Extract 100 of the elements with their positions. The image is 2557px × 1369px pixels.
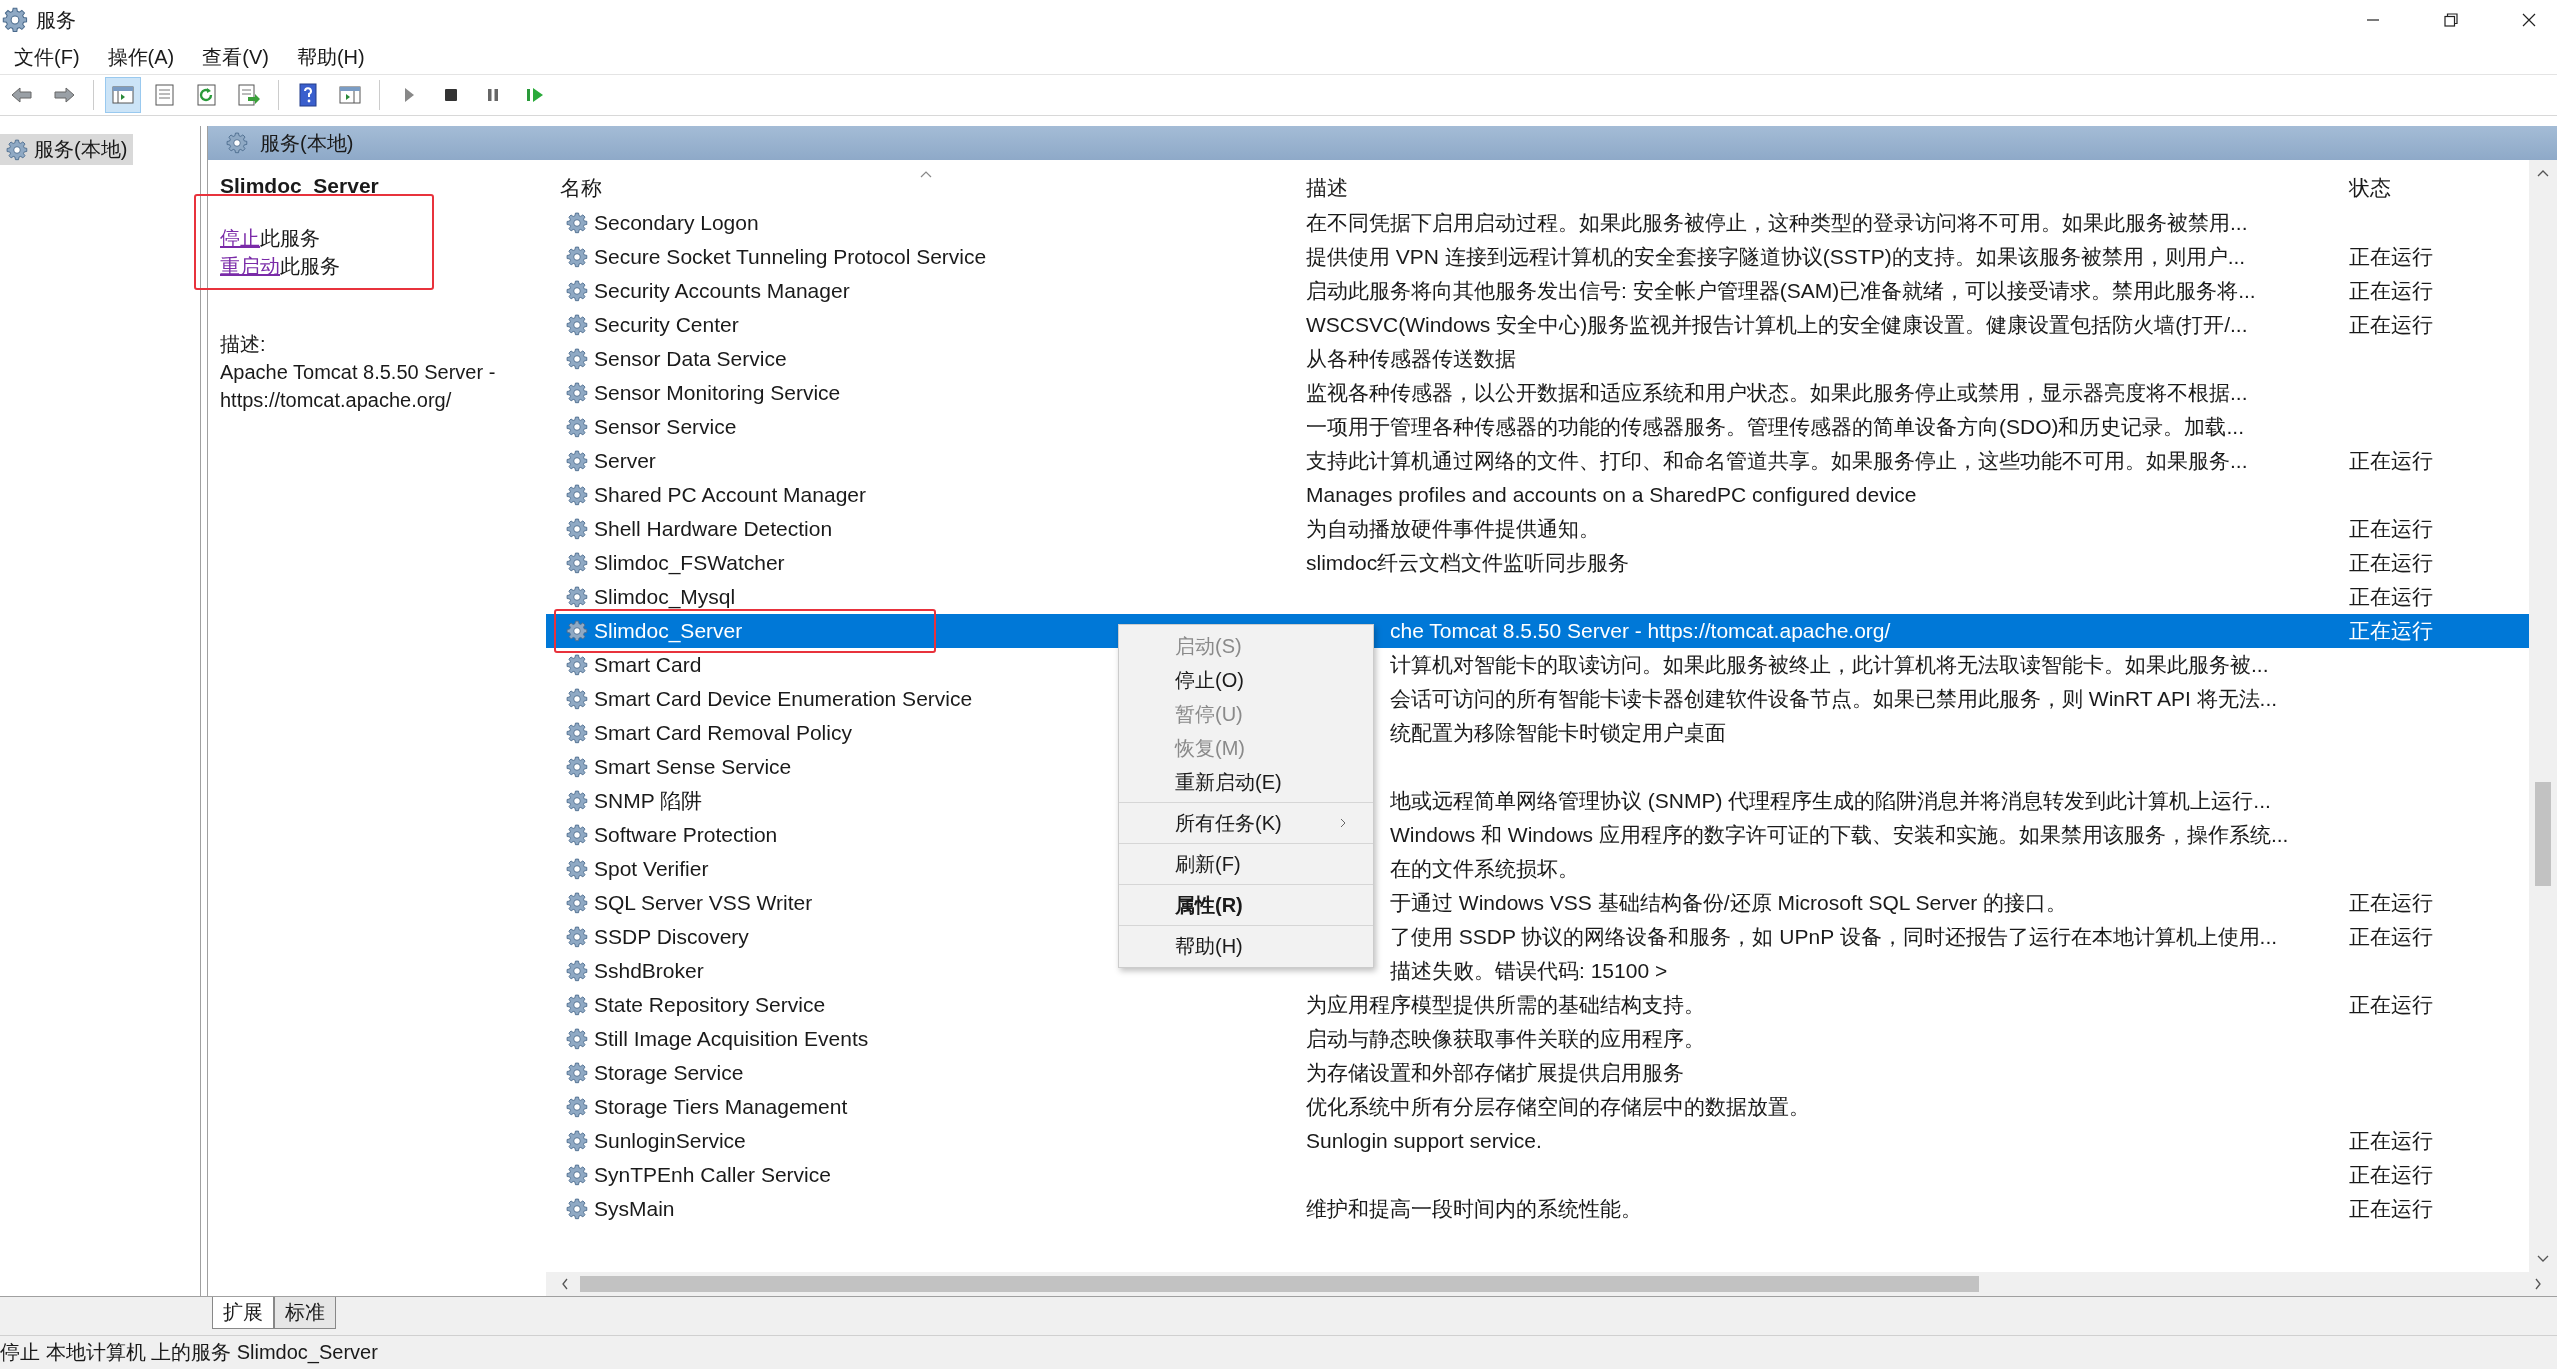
service-status: 正在运行 bbox=[2349, 993, 2433, 1016]
gear-icon bbox=[566, 960, 588, 982]
menu-item[interactable]: 操作(A) bbox=[107, 43, 175, 71]
sort-caret-icon bbox=[920, 170, 932, 178]
menu-item[interactable]: 查看(V) bbox=[202, 43, 269, 71]
service-status: 正在运行 bbox=[2349, 1129, 2433, 1152]
view-tab[interactable]: 标准 bbox=[274, 1297, 336, 1329]
service-status: 正在运行 bbox=[2349, 245, 2433, 268]
gear-icon bbox=[566, 824, 588, 846]
gear-icon bbox=[566, 926, 588, 948]
menu-item[interactable]: 重新启动(E) bbox=[1119, 765, 1373, 799]
scroll-down-icon[interactable] bbox=[2536, 1254, 2550, 1264]
scroll-up-icon[interactable] bbox=[2536, 168, 2550, 178]
service-status: 正在运行 bbox=[2349, 279, 2433, 302]
service-description: 维护和提高一段时间内的系统性能。 bbox=[1306, 1197, 1642, 1220]
gear-icon bbox=[566, 1028, 588, 1050]
gear-icon bbox=[566, 892, 588, 914]
status-text: 停止 本地计算机 上的服务 Slimdoc_Server bbox=[0, 1340, 378, 1366]
service-description: WSCSVC(Windows 安全中心)服务监视并报告计算机上的安全健康设置。健康设置包括防火墙(打开/... bbox=[1306, 313, 2248, 336]
service-description: 地或远程简单网络管理协议 (SNMP) 代理程序生成的陷阱消息并将消息转发到此计算机上运行... bbox=[1390, 789, 2271, 812]
service-description: 提供使用 VPN 连接到远程计算机的安全套接字隧道协议(SSTP)的支持。如果该服务被禁用，则用户... bbox=[1306, 245, 2246, 268]
gear-icon bbox=[566, 756, 588, 778]
description-text: Apache Tomcat 8.5.50 Server - https://tomcat.apache.org/ bbox=[220, 360, 497, 413]
gear-icon bbox=[566, 1096, 588, 1118]
service-status: 正在运行 bbox=[2349, 517, 2433, 540]
gear-icon bbox=[566, 212, 588, 234]
service-description: 于通过 Windows VSS 基础结构备份/还原 Microsoft SQL Server 的接口。 bbox=[1390, 891, 2068, 914]
menu-item[interactable]: 帮助(H) bbox=[296, 43, 365, 71]
service-description: 从各种传感器传送数据 bbox=[1306, 347, 1516, 370]
gear-icon bbox=[566, 1198, 588, 1220]
action-link[interactable]: 停止 bbox=[220, 227, 260, 249]
gear-icon bbox=[566, 314, 588, 336]
service-description: 描述失败。错误代码: 15100 > bbox=[1390, 959, 1668, 982]
gear-icon bbox=[566, 1062, 588, 1084]
gear-icon bbox=[566, 518, 588, 540]
service-status: 正在运行 bbox=[2349, 449, 2433, 472]
scroll-left-icon[interactable] bbox=[560, 1277, 570, 1291]
service-description: 在不同凭据下启用启动过程。如果此服务被停止，这种类型的登录访问将不可用。如果此服务被禁用... bbox=[1306, 211, 2248, 234]
gear-icon bbox=[566, 382, 588, 404]
service-description: 支持此计算机通过网络的文件、打印、和命名管道共享。如果服务停止，这些功能不可用。如果服务... bbox=[1306, 449, 2248, 472]
menu-item[interactable]: 文件(F) bbox=[14, 43, 80, 71]
service-status: 正在运行 bbox=[2349, 925, 2433, 948]
service-description: Manages profiles and accounts on a SharedPC configured device bbox=[1306, 483, 1917, 506]
gear-icon bbox=[566, 280, 588, 302]
gear-icon bbox=[566, 994, 588, 1016]
gear-icon bbox=[566, 654, 588, 676]
service-status: 正在运行 bbox=[2349, 551, 2433, 574]
menu-item[interactable]: 所有任务(K) bbox=[1119, 806, 1373, 840]
service-description: 启动此服务将向其他服务发出信号: 安全帐户管理器(SAM)已准备就绪，可以接受请求。禁用此服务将... bbox=[1306, 279, 2256, 302]
service-status: 正在运行 bbox=[2349, 891, 2433, 914]
service-description: 了使用 SSDP 协议的网络设备和服务，如 UPnP 设备，同时还报告了运行在本地计算机上使用... bbox=[1390, 925, 2278, 948]
service-description: 优化系统中所有分层存储空间的存储层中的数据放置。 bbox=[1306, 1095, 1810, 1118]
window-title: 服务 bbox=[36, 7, 76, 33]
export-icon bbox=[236, 82, 262, 108]
close-icon[interactable] bbox=[2521, 12, 2537, 28]
service-name: Slimdoc_Server bbox=[220, 174, 380, 198]
action-label: 此服务 bbox=[260, 227, 320, 249]
service-status: 正在运行 bbox=[2349, 585, 2433, 608]
service-description: 一项用于管理各种传感器的功能的传感器服务。管理传感器的简单设备方向(SDO)和历史记录。加载... bbox=[1306, 415, 2244, 438]
menu-item[interactable]: 属性(R) bbox=[1119, 888, 1373, 922]
scroll-thumb[interactable] bbox=[2535, 782, 2551, 886]
service-description: Windows 和 Windows 应用程序的数字许可证的下载、安装和实施。如果禁用该服务，操作系统... bbox=[1390, 823, 2289, 846]
gear-icon bbox=[566, 620, 588, 642]
service-description: 统配置为移除智能卡时锁定用户桌面 bbox=[1390, 721, 1726, 744]
service-description: Sunlogin support service. bbox=[1306, 1129, 1542, 1152]
column-header[interactable]: 描述 bbox=[1306, 170, 2349, 206]
service-description: che Tomcat 8.5.50 Server - https://tomcat.apache.org/ bbox=[1390, 619, 1891, 642]
gear-icon bbox=[566, 586, 588, 608]
service-description: 在的文件系统损坏。 bbox=[1390, 857, 1579, 880]
scroll-thumb[interactable] bbox=[580, 1276, 1979, 1292]
tree-button[interactable] bbox=[105, 77, 141, 113]
vertical-scrollbar[interactable] bbox=[2529, 160, 2557, 1272]
service-status: 正在运行 bbox=[2349, 1163, 2433, 1186]
gear-icon bbox=[566, 552, 588, 574]
gear-icon bbox=[6, 138, 28, 161]
horizontal-scrollbar[interactable] bbox=[546, 1272, 2557, 1296]
view-tab[interactable]: 扩展 bbox=[212, 1297, 274, 1329]
service-description: 启动与静态映像获取事件关联的应用程序。 bbox=[1306, 1027, 1705, 1050]
service-description: 监视各种传感器，以公开数据和适应系统和用户状态。如果此服务停止或禁用，显示器亮度将不根据... bbox=[1306, 381, 2248, 404]
scroll-right-icon[interactable] bbox=[2533, 1277, 2543, 1291]
gear-icon bbox=[566, 484, 588, 506]
gear-icon bbox=[566, 790, 588, 812]
menu-item[interactable]: 刷新(F) bbox=[1119, 847, 1373, 881]
service-description: slimdoc纤云文档文件监听同步服务 bbox=[1306, 551, 1630, 574]
restore-icon[interactable] bbox=[2443, 12, 2459, 28]
service-description: 为存储设置和外部存储扩展提供启用服务 bbox=[1306, 1061, 1684, 1084]
service-description: 为应用程序模型提供所需的基础结构支持。 bbox=[1306, 993, 1705, 1016]
action-link[interactable]: 重启动 bbox=[220, 255, 280, 277]
service-description: 会话可访问的所有智能卡读卡器创建软件设备节点。如果已禁用此服务，则 WinRT API 将无法... bbox=[1390, 687, 2278, 710]
pane-header: 服务(本地) bbox=[208, 126, 2557, 160]
column-header[interactable]: 状态 bbox=[2349, 170, 2529, 206]
gear-icon bbox=[226, 132, 248, 154]
service-status: 正在运行 bbox=[2349, 619, 2433, 642]
menu-item[interactable]: 帮助(H) bbox=[1119, 929, 1373, 963]
tree-item[interactable]: 服务(本地) bbox=[0, 134, 134, 165]
action-label: 此服务 bbox=[280, 255, 340, 277]
gear-icon bbox=[566, 450, 588, 472]
gear-icon bbox=[566, 348, 588, 370]
service-name[interactable]: Slimdoc_Server bbox=[554, 609, 936, 653]
menu-item[interactable]: 停止(O) bbox=[1119, 663, 1373, 697]
